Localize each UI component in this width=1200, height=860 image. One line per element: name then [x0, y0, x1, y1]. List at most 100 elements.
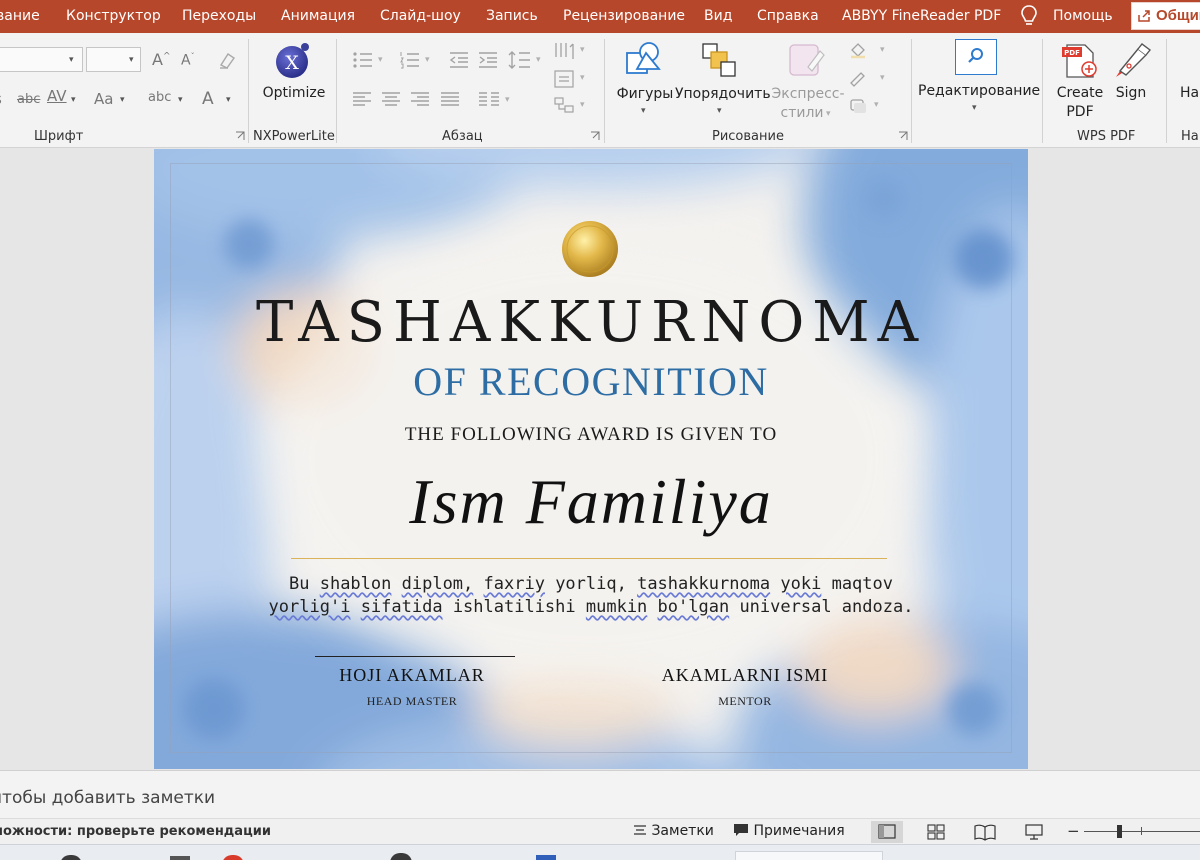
quick-styles-icon[interactable]: [786, 41, 826, 81]
text-direction-icon[interactable]: [553, 41, 575, 61]
bold-icon[interactable]: s: [0, 90, 2, 108]
chevron-down-icon[interactable]: ▾: [972, 103, 977, 113]
chevron-down-icon[interactable]: ▾: [69, 55, 74, 65]
tab-view[interactable]: Вид: [704, 0, 732, 33]
sign-label[interactable]: Sign: [1110, 85, 1152, 101]
chevron-down-icon[interactable]: ▾: [880, 73, 885, 83]
justify-icon[interactable]: [440, 91, 460, 107]
taskbar-app-icon[interactable]: [222, 855, 244, 860]
signer-2-name[interactable]: AKAMLARNI ISMI: [645, 665, 845, 686]
chevron-down-icon[interactable]: ▾: [880, 45, 885, 55]
slide-sorter-view-button[interactable]: [920, 821, 952, 843]
bullets-icon[interactable]: [352, 51, 374, 69]
chevron-down-icon[interactable]: ▾: [536, 55, 541, 65]
comments-toggle-button[interactable]: Примечания: [733, 823, 845, 839]
arrange-icon[interactable]: [700, 41, 740, 79]
grow-font-icon[interactable]: A^: [152, 50, 171, 69]
description-line-1[interactable]: Bu shablon diplom, faxriy yorliq, tashak…: [154, 574, 1028, 594]
shapes-label[interactable]: Фигуры: [614, 86, 676, 102]
tab-animations[interactable]: Анимация: [281, 0, 355, 33]
font-color-icon[interactable]: A: [202, 89, 214, 109]
clear-formatting-icon[interactable]: [216, 49, 238, 71]
dialog-launcher-icon[interactable]: [235, 131, 245, 141]
align-right-icon[interactable]: [410, 91, 430, 107]
zoom-slider-track[interactable]: [1084, 831, 1200, 832]
tab-record[interactable]: Запись: [486, 0, 538, 33]
tab-animation-partial[interactable]: вание: [0, 0, 40, 33]
create-pdf-icon[interactable]: PDF: [1061, 43, 1101, 79]
tab-review[interactable]: Рецензирование: [563, 0, 685, 33]
tab-help[interactable]: Справка: [757, 0, 819, 33]
tab-design[interactable]: Конструктор: [66, 0, 161, 33]
shapes-icon[interactable]: [625, 41, 663, 77]
signer-1-role[interactable]: HEAD MASTER: [312, 694, 512, 709]
recipient-name[interactable]: Ism Familiya: [154, 465, 1028, 539]
dialog-launcher-icon[interactable]: [898, 131, 908, 141]
notes-toggle-button[interactable]: Заметки: [633, 823, 714, 839]
line-spacing-icon[interactable]: [508, 49, 532, 71]
align-center-icon[interactable]: [381, 91, 401, 107]
share-button[interactable]: Общий: [1131, 2, 1200, 30]
chevron-down-icon[interactable]: ▾: [378, 55, 383, 65]
shape-fill-icon[interactable]: [848, 41, 868, 59]
tab-tell-me[interactable]: Помощь: [1053, 0, 1113, 33]
taskbar-app-icon[interactable]: [390, 853, 412, 860]
signer-1-name[interactable]: HOJI AKAMLAR: [312, 665, 512, 686]
sign-pen-icon[interactable]: [1112, 41, 1152, 79]
chevron-down-icon[interactable]: ▾: [505, 95, 510, 105]
chevron-down-icon[interactable]: ▾: [874, 100, 879, 110]
editing-button-frame[interactable]: [955, 39, 997, 75]
chevron-down-icon[interactable]: ▾: [826, 109, 831, 119]
taskbar-app-icon[interactable]: [170, 856, 190, 860]
chevron-down-icon[interactable]: ▾: [425, 55, 430, 65]
optimize-label[interactable]: Optimize: [262, 85, 326, 101]
create-pdf-label-1[interactable]: Create: [1054, 85, 1106, 101]
description-line-2[interactable]: yorlig'i sifatida ishlatilishi mumkin bo…: [154, 597, 1028, 617]
arrange-label[interactable]: Упорядочить: [675, 86, 771, 102]
quick-styles-label-1[interactable]: Экспресс-: [770, 86, 846, 102]
reading-view-button[interactable]: [969, 821, 1001, 843]
lightbulb-icon[interactable]: [1018, 3, 1040, 29]
slideshow-view-button[interactable]: [1018, 821, 1050, 843]
align-left-icon[interactable]: [352, 91, 372, 107]
certificate-subtitle[interactable]: OF RECOGNITION: [154, 358, 1028, 405]
align-text-icon[interactable]: [553, 69, 575, 89]
change-case-icon[interactable]: Aa: [94, 90, 113, 108]
decrease-indent-icon[interactable]: [448, 51, 470, 69]
normal-view-button[interactable]: [871, 821, 903, 843]
next-group-button-label[interactable]: На: [1180, 85, 1200, 101]
zoom-slider-thumb[interactable]: [1117, 825, 1122, 838]
notes-placeholder[interactable]: чтобы добавить заметки: [0, 788, 215, 808]
character-spacing-icon[interactable]: AV: [47, 87, 67, 105]
highlight-icon[interactable]: abc: [148, 90, 171, 105]
chevron-down-icon[interactable]: ▾: [580, 73, 585, 83]
tab-transitions[interactable]: Переходы: [182, 0, 256, 33]
increase-indent-icon[interactable]: [477, 51, 499, 69]
chevron-down-icon[interactable]: ▾: [71, 95, 76, 105]
quick-styles-label-2[interactable]: стили: [770, 105, 834, 121]
chevron-down-icon[interactable]: ▾: [580, 100, 585, 110]
chevron-down-icon[interactable]: ▾: [226, 95, 231, 105]
strikethrough-icon[interactable]: abc: [17, 92, 40, 107]
chevron-down-icon[interactable]: ▾: [129, 55, 134, 65]
chevron-down-icon[interactable]: ▾: [717, 106, 722, 116]
chevron-down-icon[interactable]: ▾: [580, 45, 585, 55]
accessibility-status[interactable]: ножности: проверьте рекомендации: [0, 824, 271, 839]
certificate-title[interactable]: TASHAKKURNOMA: [154, 290, 1028, 355]
taskbar-app-icon[interactable]: [60, 855, 82, 860]
award-caption[interactable]: THE FOLLOWING AWARD IS GIVEN TO: [154, 424, 1028, 446]
smartart-icon[interactable]: [553, 96, 575, 116]
dialog-launcher-icon[interactable]: [590, 131, 600, 141]
chevron-down-icon[interactable]: ▾: [120, 95, 125, 105]
columns-icon[interactable]: [478, 91, 500, 107]
zoom-out-button[interactable]: −: [1067, 822, 1080, 840]
notes-pane[interactable]: чтобы добавить заметки: [0, 770, 1200, 818]
tab-slideshow[interactable]: Слайд-шоу: [380, 0, 461, 33]
editing-label[interactable]: Редактирование: [918, 83, 1040, 99]
create-pdf-label-2[interactable]: PDF: [1054, 104, 1106, 120]
shape-effects-icon[interactable]: [848, 96, 868, 114]
tab-abbyy[interactable]: ABBYY FineReader PDF: [842, 0, 1001, 33]
shrink-font-icon[interactable]: Aˇ: [181, 52, 195, 69]
numbering-icon[interactable]: [399, 51, 421, 69]
chevron-down-icon[interactable]: ▾: [641, 106, 646, 116]
